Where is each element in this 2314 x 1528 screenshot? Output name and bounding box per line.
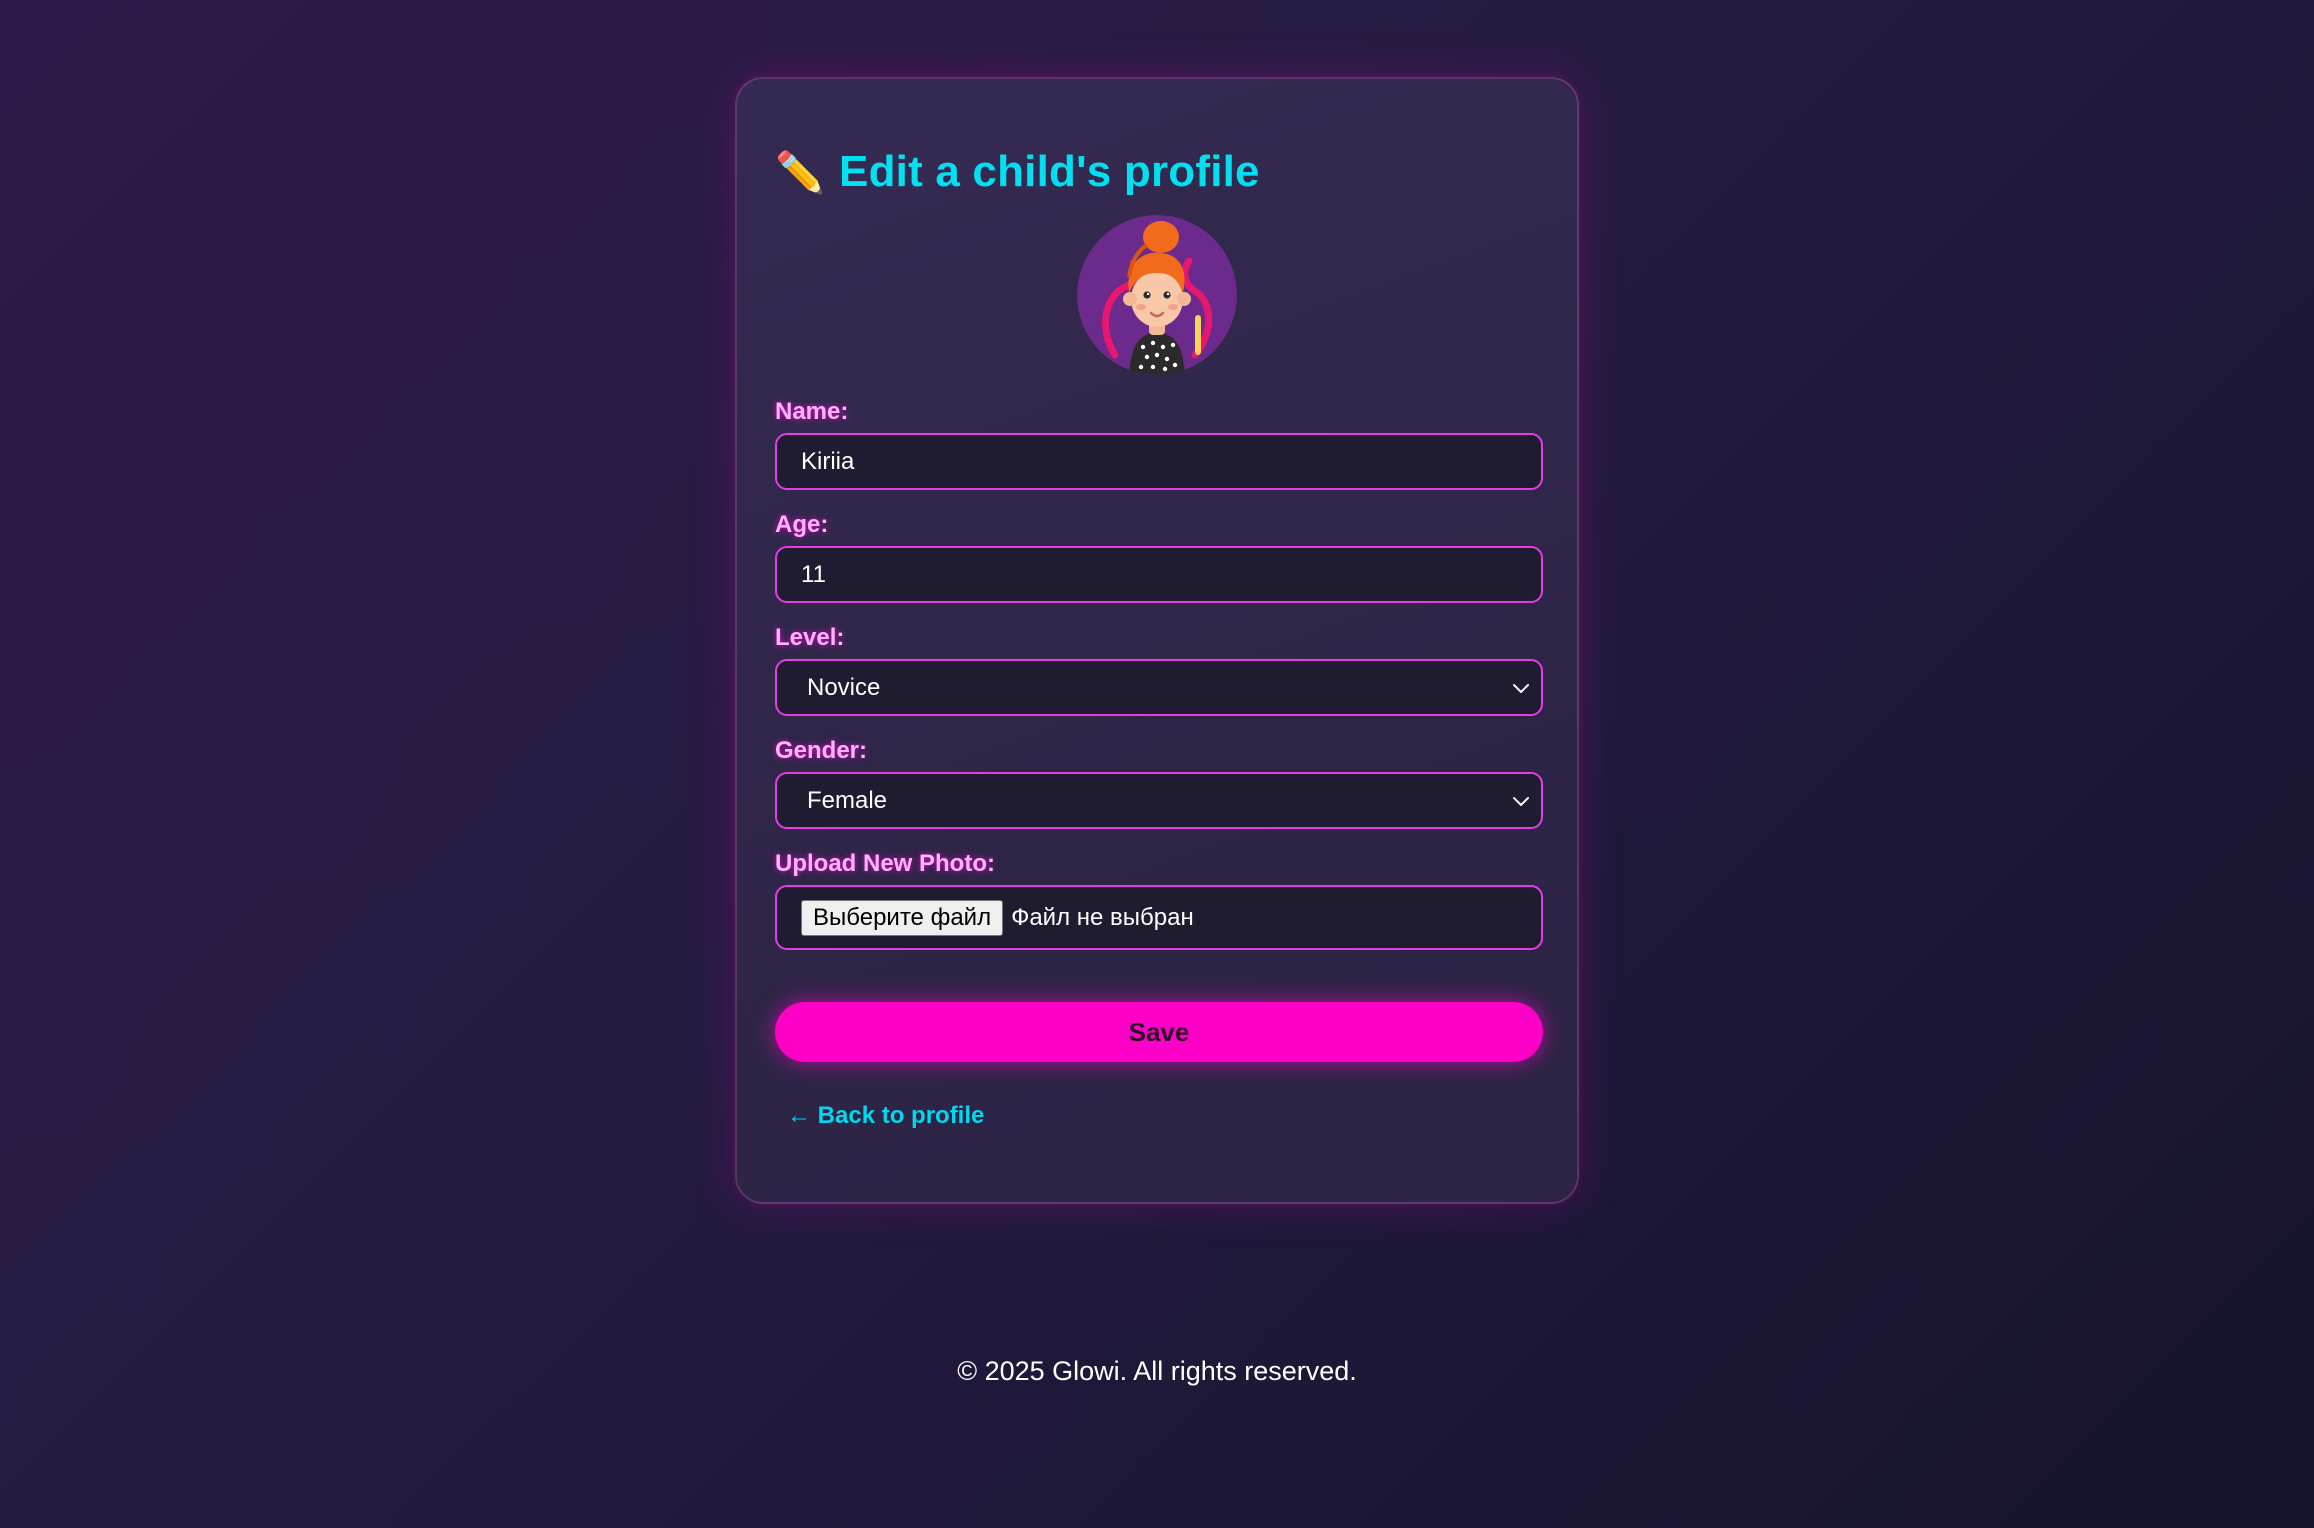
footer-copyright: © 2025 Glowi. All rights reserved. xyxy=(957,1356,1357,1386)
level-label: Level: xyxy=(775,624,845,651)
page-title: ✏️ Edit a child's profile xyxy=(775,141,1539,203)
name-field-group: Name: Kiriia xyxy=(775,397,1543,490)
choose-file-button[interactable]: Выберите файл xyxy=(801,899,1004,936)
gender-field-group: Gender: Female xyxy=(775,736,1543,829)
avatar-container xyxy=(775,215,1539,375)
photo-file-input: Выберите файл Файл не выбран xyxy=(775,885,1543,950)
gender-select-value: Female xyxy=(807,786,888,814)
name-input[interactable]: Kiriia xyxy=(775,433,1543,490)
edit-profile-card: ✏️ Edit a child's profile Name: Kiriia A… xyxy=(735,77,1579,1204)
gender-select[interactable]: Female xyxy=(775,772,1543,829)
age-input[interactable]: 11 xyxy=(775,546,1543,603)
name-label: Name: xyxy=(775,398,849,425)
page-title-text: Edit a child's profile xyxy=(839,147,1260,196)
chevron-down-icon xyxy=(1513,796,1529,806)
back-to-profile-link[interactable]: ← Back to profile xyxy=(787,1102,984,1130)
gender-label: Gender: xyxy=(775,737,868,764)
age-field-group: Age: 11 xyxy=(775,510,1543,603)
age-input-value: 11 xyxy=(801,560,826,588)
chevron-down-icon xyxy=(1513,683,1529,693)
level-select-value: Novice xyxy=(807,673,881,701)
name-input-value: Kiriia xyxy=(801,447,855,475)
level-select[interactable]: Novice xyxy=(775,659,1543,716)
pencil-icon: ✏️ xyxy=(775,150,826,195)
avatar xyxy=(1077,215,1237,375)
age-label: Age: xyxy=(775,511,829,538)
save-button[interactable]: Save xyxy=(775,1002,1543,1062)
photo-field-group: Upload New Photo: Выберите файл Файл не … xyxy=(775,849,1543,950)
upload-photo-label: Upload New Photo: xyxy=(775,850,995,877)
level-field-group: Level: Novice xyxy=(775,623,1543,716)
file-status-text: Файл не выбран xyxy=(1011,903,1194,931)
